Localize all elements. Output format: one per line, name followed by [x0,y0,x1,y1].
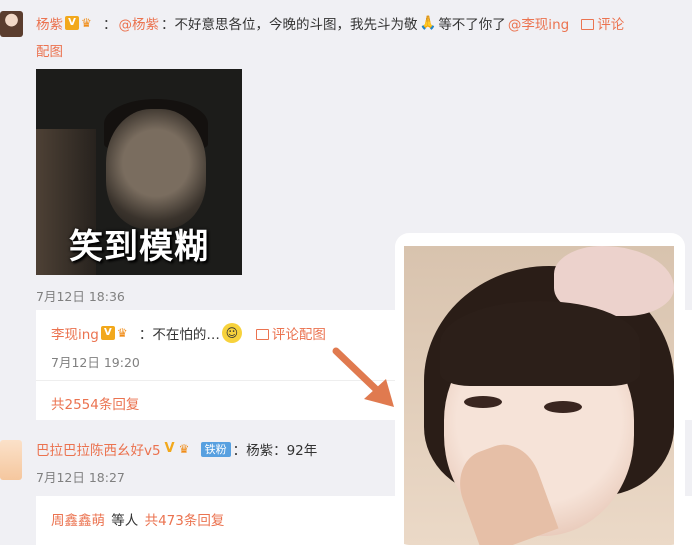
vip-crown-icon: ♛ [81,16,92,30]
reply-pic-action[interactable]: 评论配图 [255,323,326,343]
meme-face [106,109,206,229]
author-name[interactable]: 杨紫 [36,13,63,33]
comment-time: 7月12日 18:27 [36,470,125,485]
mention-link[interactable]: @杨紫 [119,13,160,33]
reply-text: ：不在怕的… [138,327,220,343]
reply-action[interactable]: 评论 [581,13,624,33]
photo-eye [544,401,582,413]
avatar[interactable] [0,11,23,37]
reply-count-link[interactable]: 共2554条回复 [51,393,139,413]
reply-mid: 等人 [107,513,143,529]
reply-author[interactable]: 李现ing [51,323,99,343]
reply-summary: 周鑫鑫萌 等人 共473条回复 [51,509,224,529]
mention-link-2[interactable]: @李现ing [508,13,569,33]
reply-names[interactable]: 周鑫鑫萌 [51,509,105,529]
colon: ： [103,17,117,33]
reply-time: 7月12日 19:20 [51,355,140,370]
comment-text-2: 等不了你了 [438,17,506,33]
comment-header: 杨紫 V ♛ ： @杨紫 ：不好意思各位，今晚的斗图，我先斗为敬 🙏 等不了你了… [36,13,624,33]
reply-pic-action-label: 评论配图 [271,327,326,343]
avatar[interactable] [0,440,22,480]
verified-v-icon: V [164,441,175,456]
photo-bangs [440,301,640,386]
photo-card[interactable] [395,233,685,545]
verified-badge-icon: V [100,326,115,340]
smile-emoji-icon: ☺ [221,323,242,343]
arrow-icon [332,347,394,407]
pic-action[interactable]: 配图 [36,40,63,60]
verified-badge-icon: V [65,16,79,30]
post-time: 7月12日 18:36 [36,289,125,304]
picture-icon [581,19,595,30]
author-name[interactable]: 巴拉巴拉陈西幺好v5 [36,439,161,459]
picture-icon [255,329,269,340]
meme-image[interactable]: 笑到模糊 [36,69,242,275]
comment-header: 巴拉巴拉陈西幺好v5 V ♛ 铁粉 ：杨紫：92年 [36,439,317,459]
vip-crown-icon: ♛ [178,442,190,456]
meme-caption: 笑到模糊 [69,227,209,267]
comment-text: ：不好意思各位，今晚的斗图，我先斗为敬 [161,17,418,33]
fan-badge: 铁粉 [200,441,231,457]
reply-action-label: 评论 [597,17,625,33]
reply-count-link[interactable]: 共473条回复 [145,509,225,529]
vip-crown-icon: ♛ [116,326,128,340]
praying-hands-emoji-icon: 🙏 [419,15,437,31]
reply-header: 李现ing V ♛ ：不在怕的… ☺ 评论配图 [51,323,326,343]
portrait-photo [404,246,674,545]
comment-text: ：杨紫：92年 [232,443,318,459]
photo-eye [464,396,502,408]
